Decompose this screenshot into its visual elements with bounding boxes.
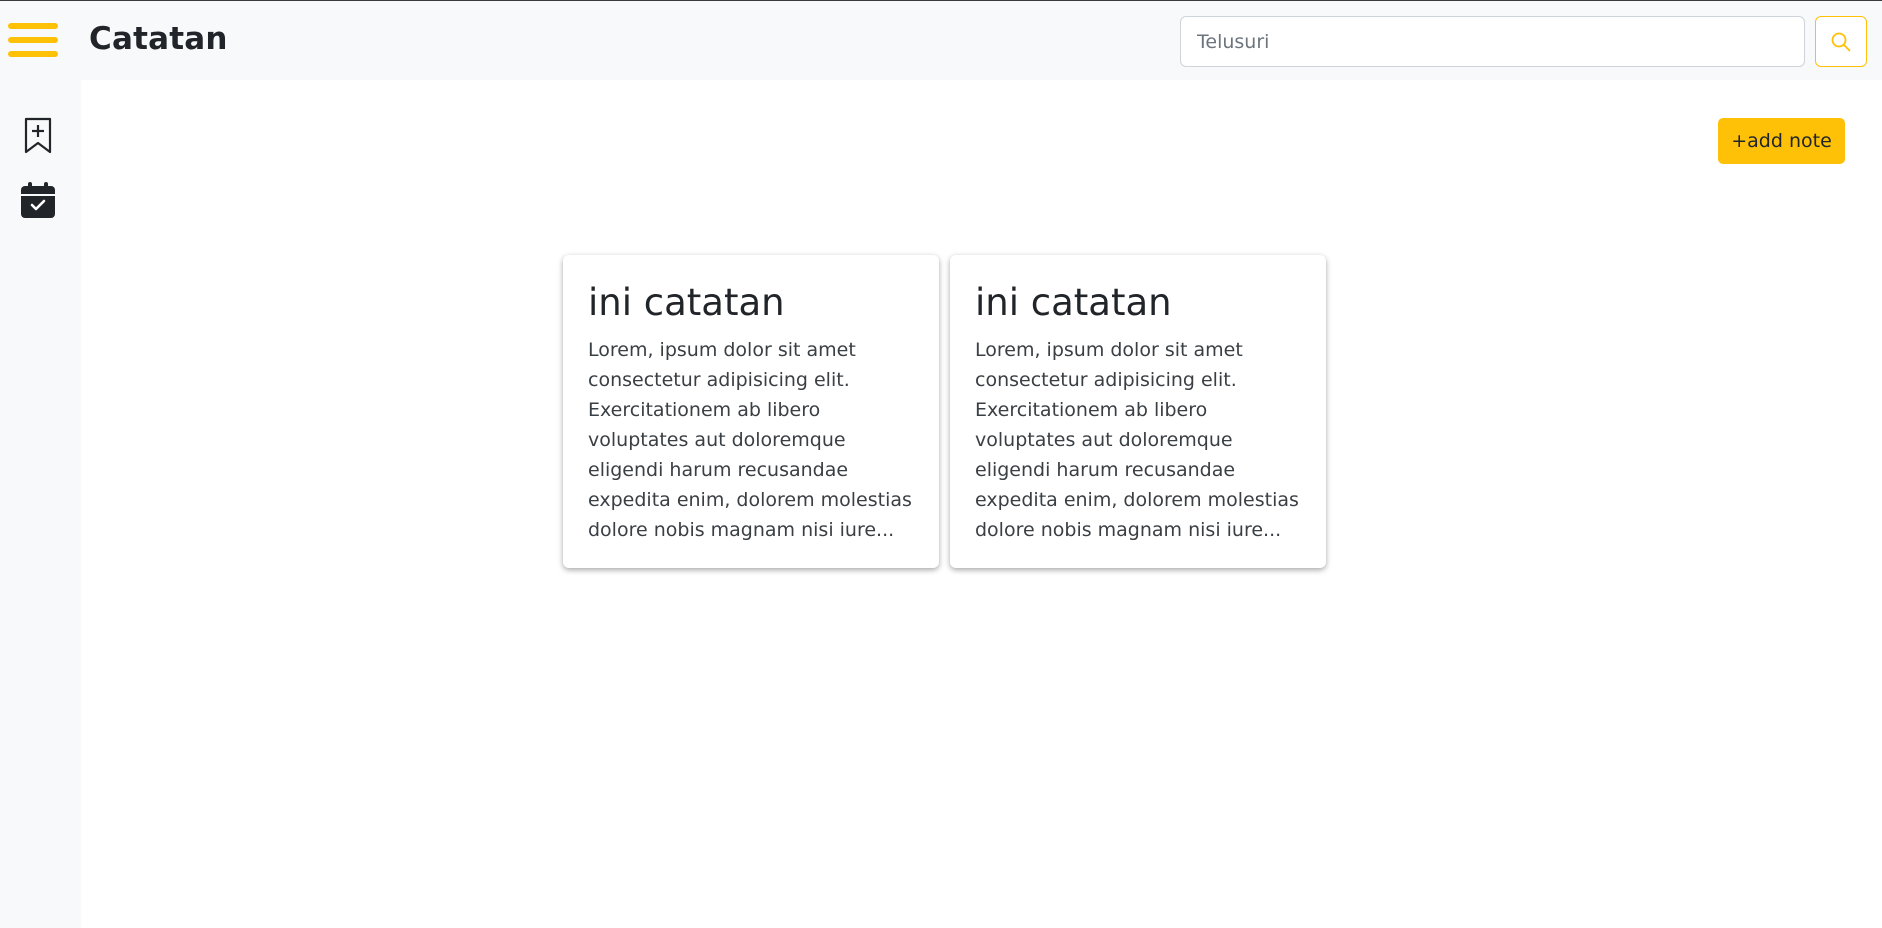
add-note-button[interactable]: +add note bbox=[1718, 118, 1845, 164]
note-body: Lorem, ipsum dolor sit amet consectetur … bbox=[588, 339, 912, 542]
sidebar-item-add-bookmark[interactable] bbox=[20, 117, 56, 155]
search-input[interactable] bbox=[1180, 16, 1805, 67]
top-navbar: Catatan bbox=[0, 0, 1882, 80]
sidebar-item-calendar[interactable] bbox=[20, 181, 56, 219]
app-brand[interactable]: Catatan bbox=[89, 21, 228, 57]
search-button[interactable] bbox=[1815, 16, 1867, 67]
note-title: ini catatan bbox=[975, 281, 1172, 324]
sidebar bbox=[0, 80, 81, 928]
bookmark-plus-icon bbox=[24, 117, 52, 154]
note-body: Lorem, ipsum dolor sit amet consectetur … bbox=[975, 339, 1299, 542]
hamburger-icon[interactable] bbox=[8, 23, 58, 57]
search-icon bbox=[1831, 32, 1851, 51]
note-card[interactable]: ini catatan Lorem, ipsum dolor sit amet … bbox=[950, 255, 1326, 568]
calendar-check-icon bbox=[21, 182, 55, 218]
note-card[interactable]: ini catatan Lorem, ipsum dolor sit amet … bbox=[563, 255, 939, 568]
note-title: ini catatan bbox=[588, 281, 785, 324]
